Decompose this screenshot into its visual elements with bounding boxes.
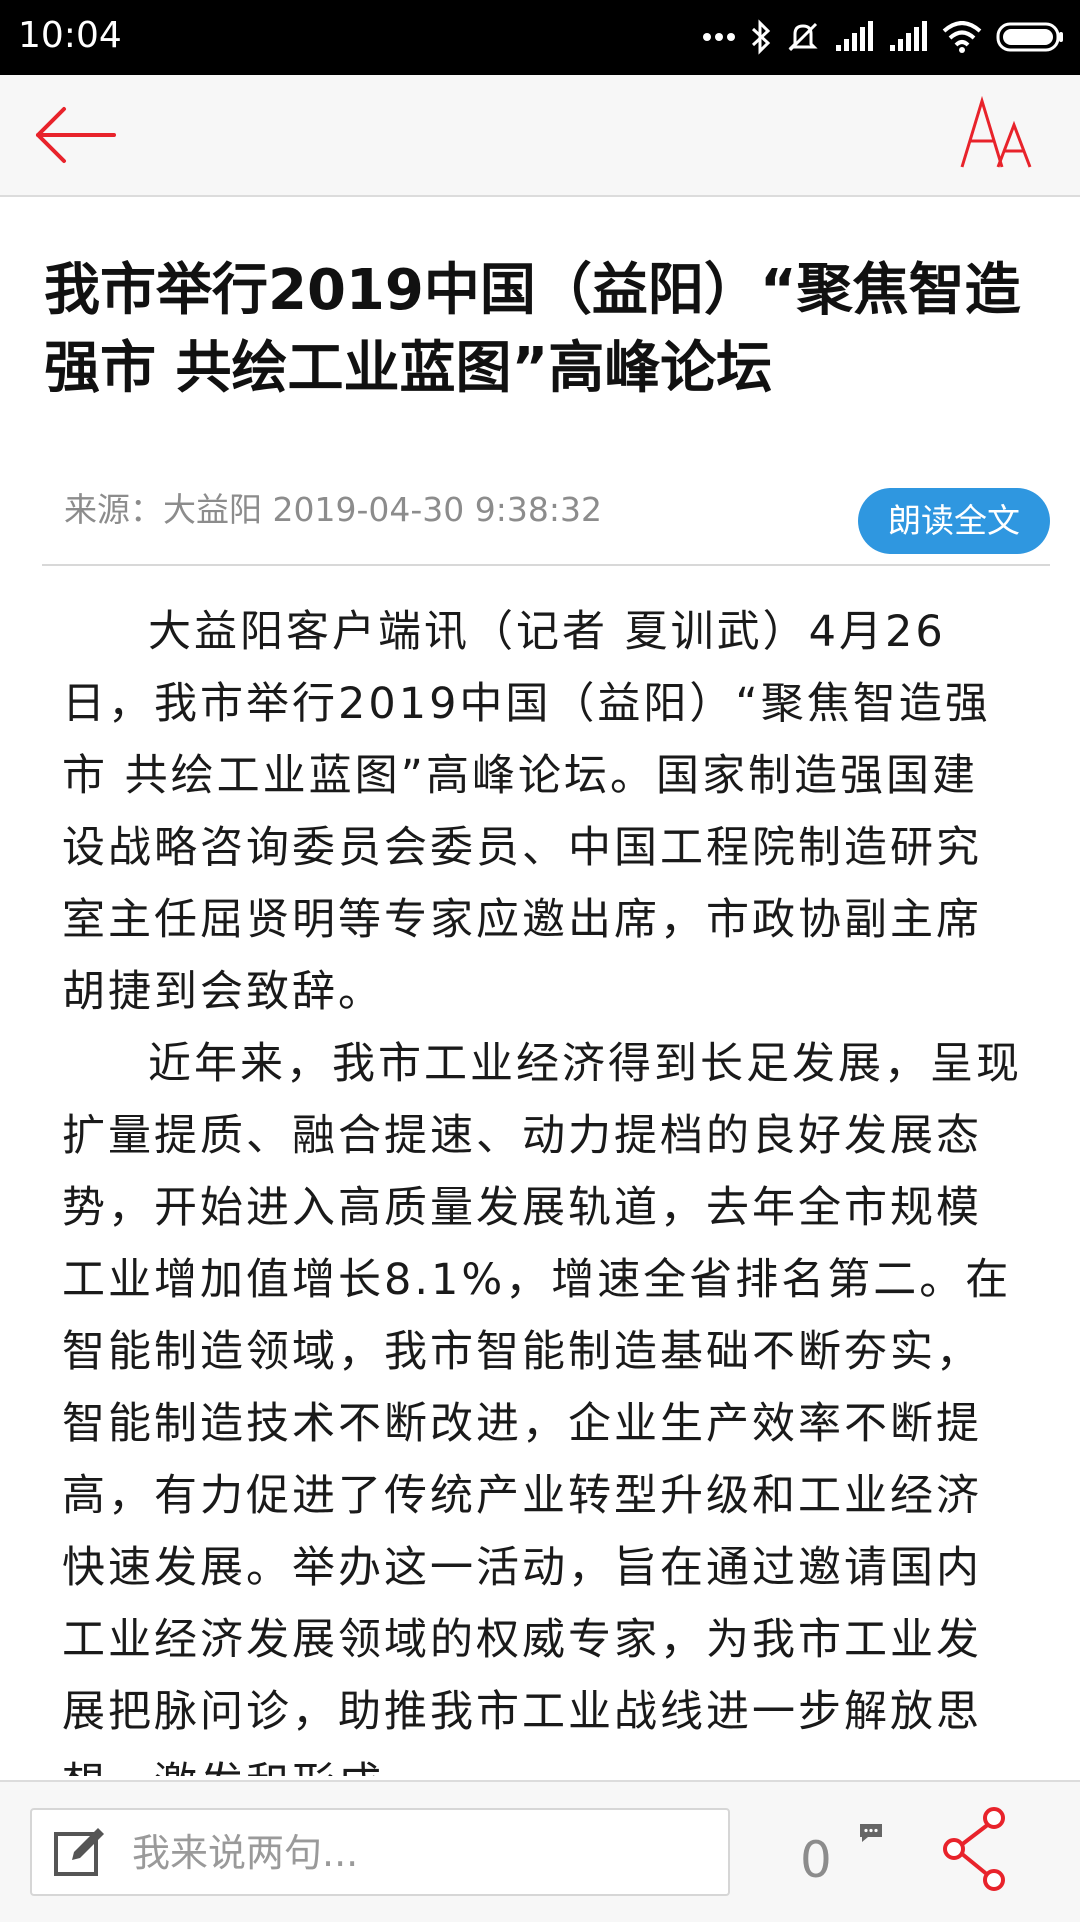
article-meta: 来源：大益阳 2019-04-30 9:38:32 朗读全文 <box>42 480 1050 566</box>
read-aloud-button[interactable]: 朗读全文 <box>858 488 1050 554</box>
article-paragraph: 大益阳客户端讯（记者 夏训武）4月26日，我市举行2019中国（益阳）“聚焦智造… <box>62 607 991 1017</box>
comment-input[interactable]: 我来说两句... <box>30 1808 730 1896</box>
comment-placeholder: 我来说两句... <box>132 1831 359 1875</box>
signal-icon <box>836 21 873 51</box>
mute-icon <box>788 22 818 52</box>
share-button[interactable] <box>940 1804 1010 1894</box>
comment-count[interactable]: 0 <box>800 1830 832 1890</box>
signal-icon-2 <box>890 21 927 51</box>
font-size-button[interactable] <box>958 95 1038 175</box>
back-button[interactable] <box>30 99 120 171</box>
edit-icon <box>54 1828 104 1876</box>
arrow-left-icon <box>36 107 116 163</box>
more-dots-icon <box>703 33 735 41</box>
bottom-bar: 我来说两句... 0 <box>0 1780 1080 1922</box>
comment-bubble-icon <box>860 1824 882 1842</box>
article-paragraph: 近年来，我市工业经济得到长足发展，呈现扩量提质、融合提速、动力提档的良好发展态势… <box>62 1039 1022 1776</box>
status-icons <box>702 16 1064 58</box>
wifi-icon <box>942 21 982 53</box>
article-body: 大益阳客户端讯（记者 夏训武）4月26日，我市举行2019中国（益阳）“聚焦智造… <box>62 596 1022 1776</box>
article-source: 来源：大益阳 2019-04-30 9:38:32 <box>64 490 602 529</box>
status-bar: 10:04 <box>0 0 1080 75</box>
share-icon <box>943 1807 1005 1891</box>
app-header <box>0 75 1080 197</box>
bluetooth-icon <box>751 19 771 55</box>
font-size-icon <box>960 95 1032 168</box>
article-title: 我市举行2019中国（益阳）“聚焦智造强市 共绘工业蓝图”高峰论坛 <box>44 258 1021 401</box>
status-time: 10:04 <box>18 15 122 56</box>
battery-icon <box>996 22 1063 52</box>
